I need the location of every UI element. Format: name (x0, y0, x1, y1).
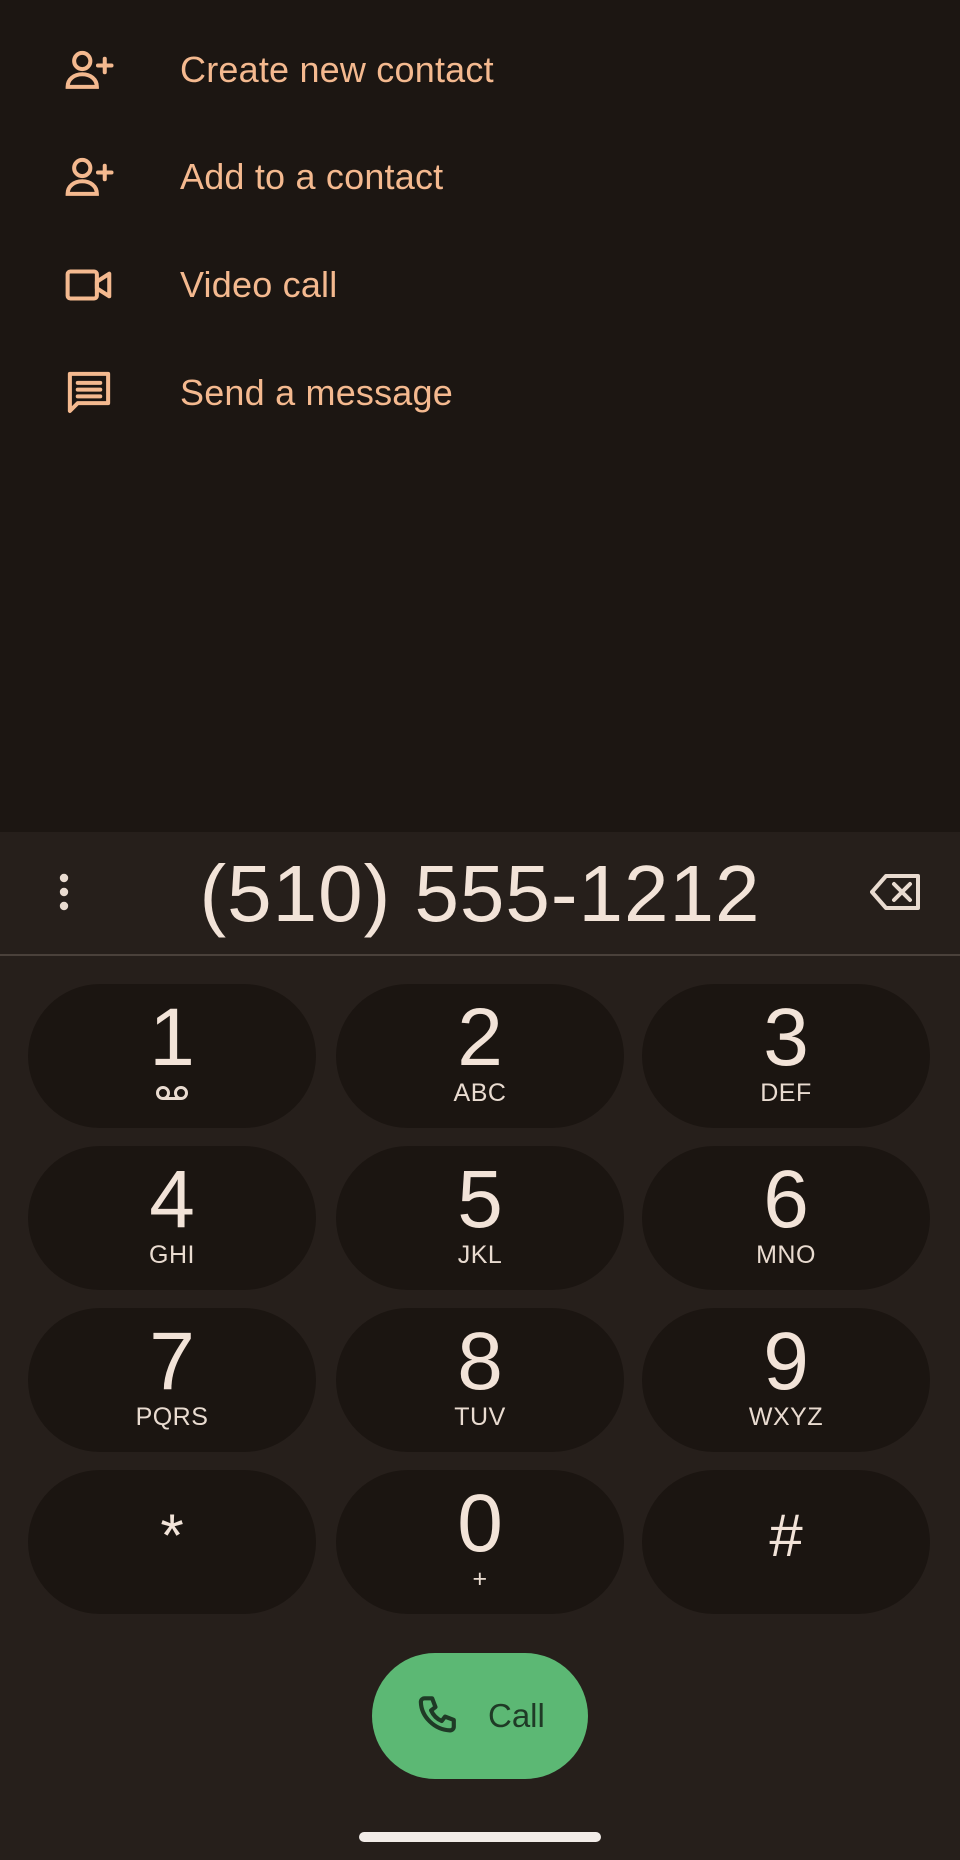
backspace-button[interactable] (866, 866, 926, 922)
home-indicator[interactable] (359, 1832, 601, 1842)
key-digit: 6 (763, 1154, 809, 1245)
dialpad-key-6[interactable]: 6 MNO (642, 1146, 930, 1290)
phone-icon (414, 1691, 464, 1741)
dialpad-key-hash[interactable]: # (642, 1470, 930, 1614)
more-options-button[interactable] (40, 862, 88, 926)
action-label: Video call (180, 264, 338, 305)
key-digit: 1 (149, 992, 195, 1083)
add-to-contact-action[interactable]: Add to a contact (0, 127, 960, 227)
person-add-icon (62, 43, 116, 97)
key-digit: * (160, 1502, 184, 1569)
dialer-actions-list: Create new contact Add to a contact Vide… (0, 0, 960, 832)
dialpad-key-5[interactable]: 5 JKL (336, 1146, 624, 1290)
video-call-action[interactable]: Video call (0, 235, 960, 335)
dialpad-key-0[interactable]: 0 + (336, 1470, 624, 1614)
call-button-label: Call (488, 1697, 545, 1734)
key-digit: # (769, 1502, 803, 1569)
key-digit: 7 (149, 1316, 195, 1407)
person-add-icon (62, 150, 116, 204)
call-button[interactable]: Call (372, 1653, 588, 1779)
videocam-icon (62, 258, 116, 312)
key-letters: JKL (457, 1241, 503, 1269)
dialpad-key-7[interactable]: 7 PQRS (28, 1308, 316, 1452)
key-letters: WXYZ (748, 1403, 824, 1431)
action-label: Create new contact (180, 49, 494, 90)
dialer-screen: Create new contact Add to a contact Vide… (0, 0, 960, 1860)
key-letters: PQRS (135, 1403, 209, 1431)
send-message-action[interactable]: Send a message (0, 343, 960, 443)
backspace-icon (870, 872, 922, 917)
dialpad-key-1[interactable]: 1 (28, 984, 316, 1128)
dialpad-panel: (510) 555-1212 1 2 ABC 3 DEF 4 GHI 5 JKL… (0, 832, 960, 1860)
action-label: Send a message (180, 372, 453, 413)
dialpad-key-9[interactable]: 9 WXYZ (642, 1308, 930, 1452)
dialpad-key-star[interactable]: * (28, 1470, 316, 1614)
dialpad-key-8[interactable]: 8 TUV (336, 1308, 624, 1452)
key-digit: 2 (457, 992, 503, 1083)
key-digit: 8 (457, 1316, 503, 1407)
voicemail-icon (28, 1080, 316, 1106)
key-digit: 5 (457, 1154, 503, 1245)
key-letters: MNO (756, 1241, 816, 1269)
key-letters: DEF (760, 1079, 812, 1107)
key-letters: + (472, 1565, 488, 1593)
key-digit: 0 (457, 1478, 503, 1569)
key-letters: GHI (149, 1241, 195, 1269)
dialpad-key-4[interactable]: 4 GHI (28, 1146, 316, 1290)
key-digit: 4 (149, 1154, 195, 1245)
key-digit: 9 (763, 1316, 809, 1407)
message-icon (62, 366, 116, 420)
number-bar: (510) 555-1212 (0, 832, 960, 956)
dialpad-key-3[interactable]: 3 DEF (642, 984, 930, 1128)
key-digit: 3 (763, 992, 809, 1083)
dialpad-key-2[interactable]: 2 ABC (336, 984, 624, 1128)
key-letters: TUV (454, 1403, 506, 1431)
dialed-number[interactable]: (510) 555-1212 (130, 840, 830, 948)
action-label: Add to a contact (180, 156, 444, 197)
more-vert-icon (56, 870, 72, 919)
create-new-contact-action[interactable]: Create new contact (0, 20, 960, 120)
key-letters: ABC (453, 1079, 507, 1107)
